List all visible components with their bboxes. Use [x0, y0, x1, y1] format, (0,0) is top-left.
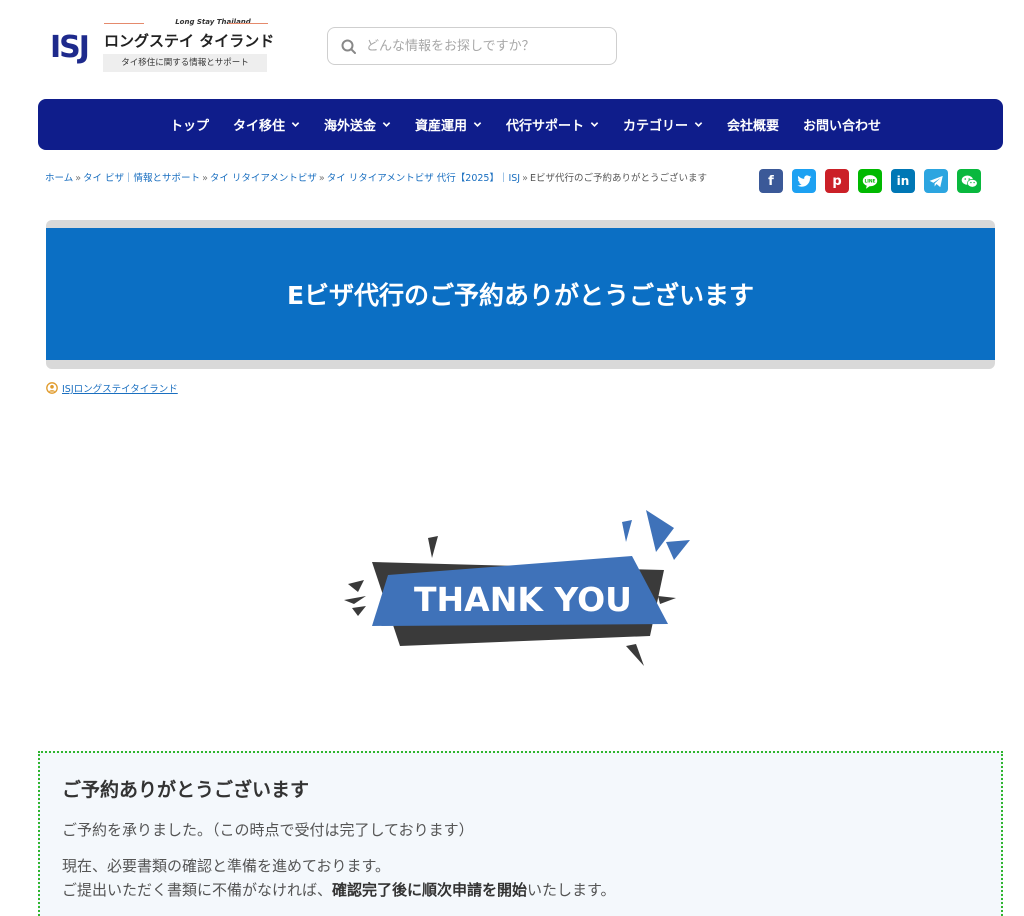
- nav-item-label: タイ移住: [232, 119, 285, 134]
- logo-tagline-en: Long Stay Thailand: [175, 18, 251, 26]
- facebook-icon: f: [768, 173, 774, 189]
- line-share-button[interactable]: LINE: [858, 169, 882, 193]
- breadcrumb-link[interactable]: タイ リタイアメントビザ: [210, 173, 317, 184]
- main-nav: トップ タイ移住 海外送金 資産運用 代行サポート カテゴリー 会社概要 お問い…: [38, 99, 1003, 150]
- page-title: Eビザ代行のご予約ありがとうございます: [286, 281, 755, 310]
- message-line: ご予約を承りました。（この時点で受付は完了しております）: [62, 821, 474, 839]
- wechat-share-button[interactable]: [957, 169, 981, 193]
- sparkle-icon: [658, 596, 676, 604]
- nav-item-asset-management[interactable]: 資産運用: [403, 115, 494, 134]
- search-input[interactable]: [366, 34, 606, 58]
- message-emphasis: 確認完了後に順次申請を開始: [332, 881, 528, 899]
- sparkle-icon: [428, 536, 438, 558]
- share-buttons: f p LINE in: [759, 169, 981, 193]
- nav-item-label: 海外送金: [323, 119, 376, 134]
- svg-text:LINE: LINE: [864, 178, 875, 184]
- author-link[interactable]: ISJロングステイタイランド: [62, 381, 178, 395]
- nav-item-label: カテゴリー: [623, 119, 689, 134]
- twitter-icon: [796, 174, 811, 187]
- line-icon: LINE: [862, 174, 878, 189]
- sparkle-icon: [666, 540, 690, 560]
- breadcrumb-link[interactable]: ホーム: [45, 173, 73, 184]
- pinterest-share-button[interactable]: p: [825, 169, 849, 193]
- page-title-banner: Eビザ代行のご予約ありがとうございます: [46, 220, 995, 369]
- breadcrumb-separator: »: [75, 173, 82, 184]
- wechat-icon: [961, 174, 978, 188]
- breadcrumb-separator: »: [202, 173, 208, 184]
- breadcrumb-separator: »: [318, 173, 325, 184]
- nav-item-label: 会社概要: [727, 119, 780, 134]
- nav-item-agency-support[interactable]: 代行サポート: [494, 115, 611, 134]
- message-line: 現在、必要書類の確認と準備を進めております。: [62, 857, 391, 875]
- message-line: いたします。: [527, 881, 616, 899]
- breadcrumb-current: Eビザ代行のご予約ありがとうございます: [529, 173, 707, 184]
- telegram-share-button[interactable]: [924, 169, 948, 193]
- sparkle-icon: [622, 520, 632, 542]
- search-box[interactable]: [327, 27, 617, 65]
- pinterest-icon: p: [832, 173, 842, 189]
- thank-you-text: THANK YOU: [414, 580, 632, 619]
- linkedin-share-button[interactable]: in: [891, 169, 915, 193]
- nav-item-label: 代行サポート: [506, 119, 585, 134]
- nav-item-company[interactable]: 会社概要: [715, 115, 791, 134]
- sparkle-icon: [352, 606, 366, 616]
- nav-item-category[interactable]: カテゴリー: [611, 115, 715, 134]
- nav-item-label: お問い合わせ: [803, 119, 882, 134]
- nav-item-label: トップ: [169, 119, 209, 134]
- message-line: ご提出いただく書類に不備がなければ、: [62, 881, 333, 899]
- chevron-down-icon: [291, 122, 300, 127]
- sparkle-icon: [344, 596, 366, 604]
- chevron-down-icon: [382, 122, 391, 127]
- confirmation-message-box: ご予約ありがとうございます ご予約を承りました。（この時点で受付は完了しておりま…: [38, 751, 1003, 916]
- chevron-down-icon: [590, 122, 599, 127]
- nav-item-thai-migration[interactable]: タイ移住: [221, 115, 312, 134]
- linkedin-icon: in: [896, 174, 910, 188]
- chevron-down-icon: [473, 122, 482, 127]
- logo-divider-right: [228, 23, 268, 24]
- logo-divider-left: [104, 23, 144, 24]
- sparkle-icon: [348, 580, 364, 592]
- user-icon: [46, 382, 58, 394]
- page-title-banner-inner: Eビザ代行のご予約ありがとうございます: [46, 228, 995, 360]
- logo-tagline: タイ移住に関する情報とサポート: [103, 54, 267, 72]
- nav-item-label: 資産運用: [414, 119, 467, 134]
- twitter-share-button[interactable]: [792, 169, 816, 193]
- nav-item-contact[interactable]: お問い合わせ: [791, 115, 893, 134]
- chevron-down-icon: [694, 122, 703, 127]
- message-heading: ご予約ありがとうございます: [62, 779, 310, 801]
- telegram-icon: [929, 175, 943, 187]
- thank-you-graphic: THANK YOU: [344, 510, 690, 666]
- facebook-share-button[interactable]: f: [759, 169, 783, 193]
- breadcrumb: ホーム» タイ ビザ｜情報とサポート» タイ リタイアメントビザ» タイ リタイアメン…: [45, 170, 745, 184]
- nav-item-remittance[interactable]: 海外送金: [312, 115, 403, 134]
- site-logo[interactable]: ISJ Long Stay Thailand ロングステイ タイランド タイ移住…: [50, 18, 274, 76]
- logo-title: ロングステイ タイランド: [104, 32, 275, 50]
- nav-item-top[interactable]: トップ: [158, 115, 221, 134]
- search-icon: [341, 39, 356, 54]
- breadcrumb-link[interactable]: タイ ビザ｜情報とサポート: [83, 173, 200, 184]
- message-paragraph: 現在、必要書類の確認と準備を進めております。 ご提出いただく書類に不備がなければ…: [62, 854, 979, 902]
- breadcrumb-separator: »: [522, 173, 528, 184]
- breadcrumb-link[interactable]: タイ リタイアメントビザ 代行【2025】｜ISJ: [327, 173, 520, 184]
- sparkle-icon: [626, 644, 644, 666]
- author-byline: ISJロングステイタイランド: [46, 381, 178, 395]
- logo-mark: ISJ: [50, 30, 90, 65]
